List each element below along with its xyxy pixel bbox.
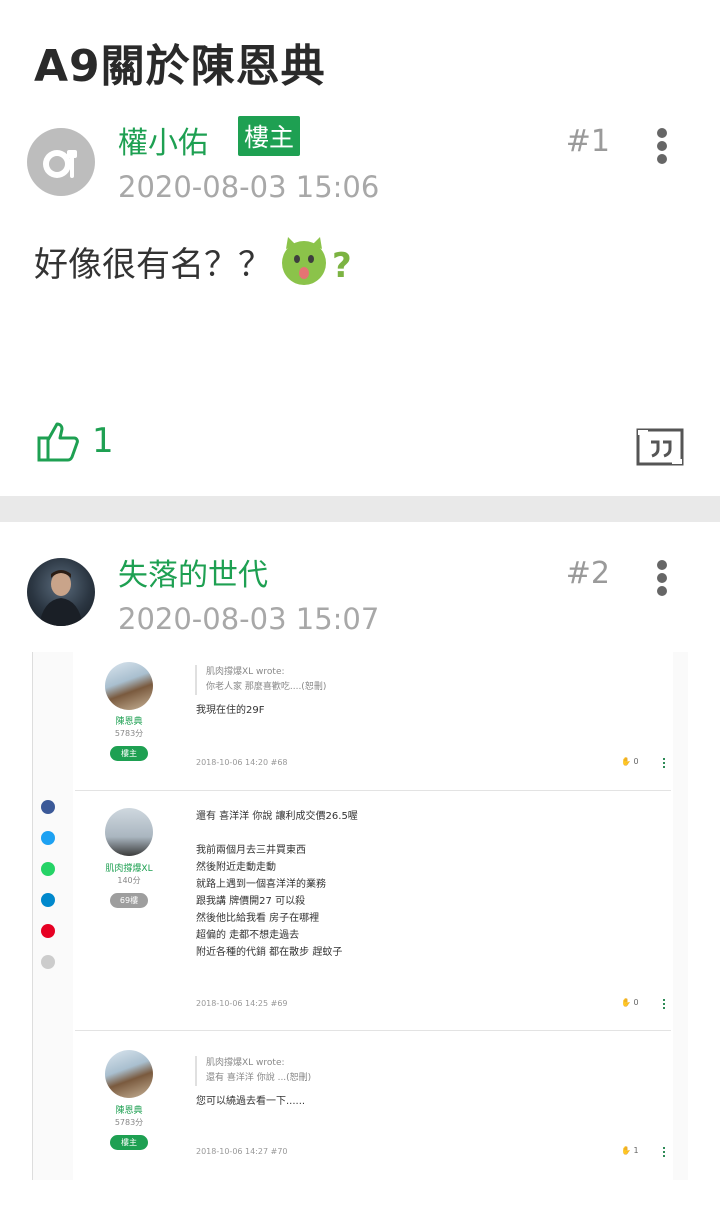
timestamp: 2020-08-03 15:06 <box>118 170 380 204</box>
text-line: 我現在住的29F <box>196 705 265 716</box>
floor-number: #2 <box>565 556 610 591</box>
quote-reply-button[interactable] <box>636 428 684 466</box>
embedded-like: ✋ 1 <box>621 1146 639 1155</box>
embedded-more-icon <box>663 999 665 1011</box>
op-badge: 樓主 <box>238 116 301 156</box>
thumbs-up-icon <box>37 422 79 462</box>
more-options-icon[interactable] <box>656 560 668 596</box>
telegram-share-icon[interactable] <box>41 893 55 907</box>
embedded-score: 5783分 <box>114 729 144 738</box>
quote-text: 還有 喜洋洋 你說 ...(恕刪) <box>206 1073 312 1083</box>
quote-icon <box>636 428 684 466</box>
embedded-text: 還有 喜洋洋 你說 讓利成交價26.5喔 我前兩個月去三井買東西 然後附近走動走… <box>196 811 358 958</box>
embedded-score: 5783分 <box>114 1118 144 1127</box>
embedded-post: 肌肉撐爆XL 140分 69樓 還有 喜洋洋 你說 讓利成交價26.5喔 我前兩… <box>73 791 673 1031</box>
embedded-username: 陳恩典 <box>115 717 143 727</box>
embedded-meta: 2018-10-06 14:27 #70 <box>196 1147 288 1156</box>
page-title: A9關於陳恩典 <box>34 41 326 92</box>
text-line: 您可以繞過去看一下...... <box>196 1096 306 1107</box>
embedded-username: 肌肉撐爆XL <box>105 864 153 874</box>
embedded-avatar <box>105 662 153 710</box>
quote-text: 你老人家 那麼喜歡吃....(恕刪) <box>206 682 327 692</box>
pinterest-share-icon[interactable] <box>41 924 55 938</box>
embedded-meta: 2018-10-06 14:20 #68 <box>196 758 288 767</box>
embedded-badge: 樓主 <box>110 746 148 761</box>
svg-text:?: ? <box>332 246 352 286</box>
embedded-score: 140分 <box>117 876 141 885</box>
embedded-quote: 肌肉撐爆XL wrote: 你老人家 那麼喜歡吃....(恕刪) <box>195 665 326 695</box>
embedded-badge: 樓主 <box>110 1135 148 1150</box>
whatsapp-share-icon[interactable] <box>41 862 55 876</box>
quote-author: 肌肉撐爆XL wrote: <box>206 1058 285 1068</box>
embedded-more-icon <box>663 758 665 770</box>
embedded-text: 您可以繞過去看一下...... <box>196 1093 305 1110</box>
embedded-text: 我現在住的29F <box>196 702 264 719</box>
like-button[interactable]: 1 <box>36 420 114 462</box>
avatar[interactable] <box>27 128 95 196</box>
embedded-thread: 陳恩典 5783分 樓主 肌肉撐爆XL wrote: 你老人家 那麼喜歡吃...… <box>73 652 673 1180</box>
twitter-share-icon[interactable] <box>41 831 55 845</box>
embedded-like: ✋ 0 <box>621 757 639 766</box>
embedded-username: 陳恩典 <box>115 1106 143 1116</box>
avatar[interactable] <box>27 558 95 626</box>
username[interactable]: 權小佑 <box>118 118 208 162</box>
embedded-more-icon <box>663 1147 665 1159</box>
embedded-avatar <box>105 808 153 856</box>
username[interactable]: 失落的世代 <box>118 550 268 594</box>
embedded-post: 陳恩典 5783分 樓主 肌肉撐爆XL wrote: 還有 喜洋洋 你說 ...… <box>73 1031 673 1180</box>
like-count: 1 <box>92 421 114 461</box>
default-avatar-icon <box>43 150 77 178</box>
quote-author: 肌肉撐爆XL wrote: <box>206 667 285 677</box>
embedded-post: 陳恩典 5783分 樓主 肌肉撐爆XL wrote: 你老人家 那麼喜歡吃...… <box>73 652 673 790</box>
embedded-screenshot: 陳恩典 5783分 樓主 肌肉撐爆XL wrote: 你老人家 那麼喜歡吃...… <box>32 652 688 1180</box>
embedded-like: ✋ 0 <box>621 998 639 1007</box>
more-share-icon[interactable] <box>41 955 55 969</box>
more-options-icon[interactable] <box>656 128 668 164</box>
post-body: 好像很有名？？ ? <box>34 235 358 287</box>
post-text: 好像很有名？？ <box>34 244 272 285</box>
embedded-avatar <box>105 1050 153 1098</box>
floor-number: #1 <box>565 124 610 159</box>
green-surprised-face-question-icon: ? <box>278 235 358 287</box>
embedded-quote: 肌肉撐爆XL wrote: 還有 喜洋洋 你說 ...(恕刪) <box>195 1056 311 1086</box>
facebook-share-icon[interactable] <box>41 800 55 814</box>
post-divider <box>0 496 720 522</box>
timestamp: 2020-08-03 15:07 <box>118 602 380 636</box>
embedded-badge: 69樓 <box>110 893 148 908</box>
post-1: 權小佑 樓主 2020-08-03 15:06 #1 好像很有名？？ ? 1 <box>0 100 720 496</box>
embedded-meta: 2018-10-06 14:25 #69 <box>196 999 288 1008</box>
post-2: 失落的世代 2020-08-03 15:07 #2 陳恩典 5783分 樓主 肌… <box>0 522 720 1210</box>
share-bar <box>41 800 55 986</box>
user-photo-icon <box>39 570 83 626</box>
